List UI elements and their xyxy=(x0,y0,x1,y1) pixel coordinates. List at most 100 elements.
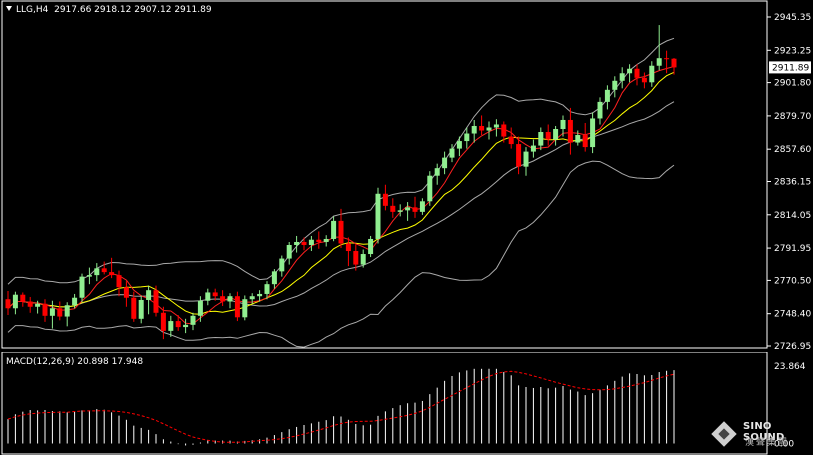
candle-body[interactable] xyxy=(641,77,647,83)
candle-body[interactable] xyxy=(619,73,625,81)
candle-body[interactable] xyxy=(449,148,455,158)
candle-body[interactable] xyxy=(464,133,470,142)
candle-body[interactable] xyxy=(79,276,85,298)
candle-body[interactable] xyxy=(382,193,388,206)
candle-body[interactable] xyxy=(567,119,573,143)
candle-body[interactable] xyxy=(42,303,48,316)
candle-body[interactable] xyxy=(123,287,129,298)
candle-body[interactable] xyxy=(72,297,78,306)
candle-body[interactable] xyxy=(456,141,462,149)
candle-body[interactable] xyxy=(190,315,196,325)
candle-body[interactable] xyxy=(220,296,226,302)
candle-body[interactable] xyxy=(57,308,63,317)
candle-body[interactable] xyxy=(368,238,374,255)
candle-body[interactable] xyxy=(64,305,70,317)
candle-body[interactable] xyxy=(427,175,433,202)
candle-body[interactable] xyxy=(227,296,233,302)
candle-body[interactable] xyxy=(101,268,107,273)
candle-body[interactable] xyxy=(338,220,344,244)
candle-body[interactable] xyxy=(597,101,603,119)
candle-body[interactable] xyxy=(508,136,514,145)
candle-body[interactable] xyxy=(671,58,677,68)
candle-body[interactable] xyxy=(12,294,18,309)
candle-body[interactable] xyxy=(442,157,448,169)
candle-body[interactable] xyxy=(27,301,33,307)
candle-body[interactable] xyxy=(538,132,544,146)
candle-body[interactable] xyxy=(197,300,203,316)
candle-body[interactable] xyxy=(131,297,137,319)
symbol-dropdown-icon[interactable] xyxy=(6,6,12,11)
candle-body[interactable] xyxy=(86,275,92,277)
candle-body[interactable] xyxy=(360,254,366,265)
candle-body[interactable] xyxy=(664,58,670,60)
candle-body[interactable] xyxy=(486,127,492,131)
candle-body[interactable] xyxy=(249,296,255,300)
candle-body[interactable] xyxy=(294,241,300,245)
candle-body[interactable] xyxy=(419,201,425,212)
candle-body[interactable] xyxy=(286,244,292,259)
candle-body[interactable] xyxy=(560,119,566,130)
candle-body[interactable] xyxy=(316,239,322,242)
candle-body[interactable] xyxy=(234,296,240,318)
candle-body[interactable] xyxy=(516,144,522,167)
candle-body[interactable] xyxy=(523,151,529,167)
candle-body[interactable] xyxy=(479,125,485,131)
candle-body[interactable] xyxy=(493,124,499,128)
candle-body[interactable] xyxy=(353,251,359,265)
candle-body[interactable] xyxy=(205,292,211,301)
logo-brand-sub: 漢聲集團 xyxy=(745,438,790,448)
candle-body[interactable] xyxy=(501,124,507,137)
candle-body[interactable] xyxy=(212,292,218,297)
candle-body[interactable] xyxy=(405,207,411,211)
candle-body[interactable] xyxy=(257,293,263,297)
candle-body[interactable] xyxy=(397,210,403,212)
candle-body[interactable] xyxy=(590,118,596,148)
current-price-label: 2911.89 xyxy=(772,63,809,73)
candle-body[interactable] xyxy=(49,308,55,316)
candle-body[interactable] xyxy=(649,65,655,83)
candle-body[interactable] xyxy=(412,207,418,212)
candle-body[interactable] xyxy=(627,68,633,74)
candle-body[interactable] xyxy=(331,220,337,239)
candle-body[interactable] xyxy=(175,321,181,328)
candle-body[interactable] xyxy=(116,275,122,288)
candle-body[interactable] xyxy=(153,290,159,313)
candle-body[interactable] xyxy=(183,324,189,328)
candle-body[interactable] xyxy=(109,272,115,276)
price-chart[interactable]: 2945.35 2923.25 2901.80 2879.70 2857.60 2836.… xyxy=(0,0,813,352)
candle-body[interactable] xyxy=(375,193,381,239)
candle-body[interactable] xyxy=(634,68,640,78)
candle-body[interactable] xyxy=(242,299,248,318)
candle-body[interactable] xyxy=(279,258,285,272)
candle-body[interactable] xyxy=(20,294,26,302)
candle-body[interactable] xyxy=(604,89,610,102)
candle-body[interactable] xyxy=(545,132,551,140)
candle-body[interactable] xyxy=(160,312,166,331)
candle-body[interactable] xyxy=(390,205,396,212)
candle-body[interactable] xyxy=(323,238,329,242)
candle-body[interactable] xyxy=(301,241,307,245)
candle-body[interactable] xyxy=(168,321,174,331)
candle-body[interactable] xyxy=(582,135,588,148)
candle-body[interactable] xyxy=(264,284,270,294)
candle-body[interactable] xyxy=(471,125,477,134)
candle-body[interactable] xyxy=(271,271,277,285)
candle-body[interactable] xyxy=(345,243,351,252)
price-axis-label: 2770.50 xyxy=(774,276,811,286)
candle-body[interactable] xyxy=(35,303,41,307)
candle-body[interactable] xyxy=(612,80,618,90)
candle-body[interactable] xyxy=(434,168,440,176)
candle-body[interactable] xyxy=(553,129,559,140)
macd-chart[interactable]: 23.8640.00 xyxy=(0,352,813,455)
candle-body[interactable] xyxy=(530,145,536,152)
candle-body[interactable] xyxy=(146,290,152,300)
price-plot-frame xyxy=(1,0,768,349)
price-chart-pane[interactable]: 2945.35 2923.25 2901.80 2879.70 2857.60 2836.… xyxy=(0,0,813,352)
candle-body[interactable] xyxy=(656,58,662,66)
candle-body[interactable] xyxy=(5,299,11,309)
candle-body[interactable] xyxy=(308,239,314,245)
candle-body[interactable] xyxy=(138,299,144,319)
candle-body[interactable] xyxy=(575,135,581,143)
candle-body[interactable] xyxy=(94,268,100,276)
macd-pane[interactable]: 23.864 0.00 MACD(12,26,9) 20.898 17.948 xyxy=(0,352,813,455)
